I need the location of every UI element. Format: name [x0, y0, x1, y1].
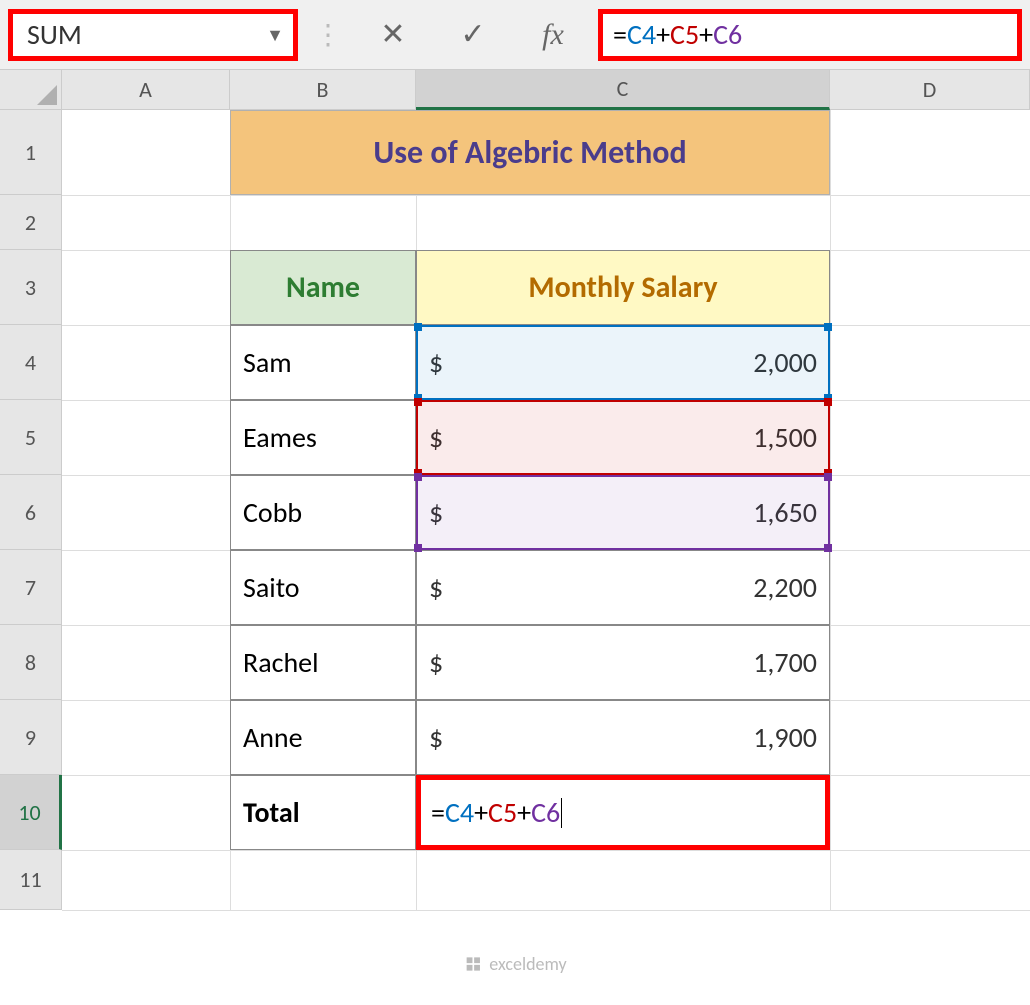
header-salary[interactable]: Monthly Salary [416, 250, 830, 325]
salary-value: 1,700 [753, 645, 817, 680]
title-cell[interactable]: Use of Algebric Method [230, 110, 830, 195]
watermark-icon [463, 954, 483, 974]
row-header-11[interactable]: 11 [0, 850, 62, 910]
row-header-1[interactable]: 1 [0, 110, 62, 195]
row-header-6[interactable]: 6 [0, 475, 62, 550]
name-box-container[interactable]: SUM ▼ [8, 9, 298, 61]
cell-b9[interactable]: Anne [230, 700, 416, 775]
col-header-a[interactable]: A [62, 70, 230, 110]
name-box[interactable]: SUM [13, 17, 257, 52]
cell-c7[interactable]: $ 2,200 [416, 550, 830, 625]
select-all-corner[interactable] [0, 70, 62, 110]
cell-c6[interactable]: $ 1,650 [416, 475, 830, 550]
cell-b5[interactable]: Eames [230, 400, 416, 475]
formula-plus: + [656, 17, 670, 52]
salary-value: 2,000 [753, 345, 817, 380]
currency-symbol: $ [429, 345, 443, 380]
formula-bar: SUM ▼ ⋮ ✕ ✓ fx =C4+C5+C6 [0, 0, 1030, 70]
name-box-dropdown-icon[interactable]: ▼ [257, 24, 293, 46]
formula-plus: + [517, 795, 531, 830]
salary-value: 1,650 [753, 495, 817, 530]
header-name[interactable]: Name [230, 250, 416, 325]
cell-b6[interactable]: Cobb [230, 475, 416, 550]
col-header-d[interactable]: D [830, 70, 1030, 110]
formula-ref-c5: C5 [670, 17, 699, 52]
cell-c9[interactable]: $ 1,900 [416, 700, 830, 775]
col-header-b[interactable]: B [230, 70, 416, 110]
grid-body: A B C D U [62, 70, 1030, 1005]
enter-button[interactable]: ✓ [438, 9, 508, 61]
formula-input[interactable]: =C4+C5+C6 [598, 9, 1022, 61]
row-header-3[interactable]: 3 [0, 250, 62, 325]
formula-ref-c6: C6 [713, 17, 742, 52]
salary-value: 1,900 [753, 720, 817, 755]
insert-function-button[interactable]: fx [518, 9, 588, 61]
cell-c8[interactable]: $ 1,700 [416, 625, 830, 700]
formula-ref-c6: C6 [531, 795, 560, 830]
watermark-text: exceldemy [489, 953, 566, 975]
check-icon: ✓ [460, 16, 485, 53]
cell-c10-editing[interactable]: =C4+C5+C6 [416, 775, 830, 850]
fx-icon: fx [542, 18, 564, 52]
cell-b7[interactable]: Saito [230, 550, 416, 625]
cell-b10[interactable]: Total [230, 775, 416, 850]
row-header-2[interactable]: 2 [0, 195, 62, 250]
salary-value: 1,500 [753, 420, 817, 455]
currency-symbol: $ [429, 645, 443, 680]
cancel-button[interactable]: ✕ [358, 9, 428, 61]
formula-equals: = [613, 17, 627, 52]
watermark: exceldemy [463, 953, 566, 975]
row-header-column: 1 2 3 4 5 6 7 8 9 10 11 [0, 70, 62, 1005]
row-header-10[interactable]: 10 [0, 775, 62, 850]
currency-symbol: $ [429, 495, 443, 530]
formula-plus: + [474, 795, 488, 830]
formula-equals: = [431, 795, 445, 830]
cell-c5[interactable]: $ 1,500 [416, 400, 830, 475]
cell-c4[interactable]: $ 2,000 [416, 325, 830, 400]
row-header-9[interactable]: 9 [0, 700, 62, 775]
spreadsheet-grid: 1 2 3 4 5 6 7 8 9 10 11 A B C D [0, 70, 1030, 1005]
currency-symbol: $ [429, 570, 443, 605]
cell-b8[interactable]: Rachel [230, 625, 416, 700]
row-header-5[interactable]: 5 [0, 400, 62, 475]
row-header-8[interactable]: 8 [0, 625, 62, 700]
divider: ⋮ [308, 17, 348, 52]
row-header-4[interactable]: 4 [0, 325, 62, 400]
text-cursor [561, 798, 562, 828]
formula-ref-c4: C4 [627, 17, 656, 52]
formula-plus: + [699, 17, 713, 52]
row-header-7[interactable]: 7 [0, 550, 62, 625]
formula-ref-c5: C5 [488, 795, 517, 830]
cell-b4[interactable]: Sam [230, 325, 416, 400]
currency-symbol: $ [429, 720, 443, 755]
close-icon: ✕ [380, 16, 405, 53]
col-header-c[interactable]: C [416, 70, 830, 110]
currency-symbol: $ [429, 420, 443, 455]
formula-ref-c4: C4 [445, 795, 474, 830]
salary-value: 2,200 [753, 570, 817, 605]
